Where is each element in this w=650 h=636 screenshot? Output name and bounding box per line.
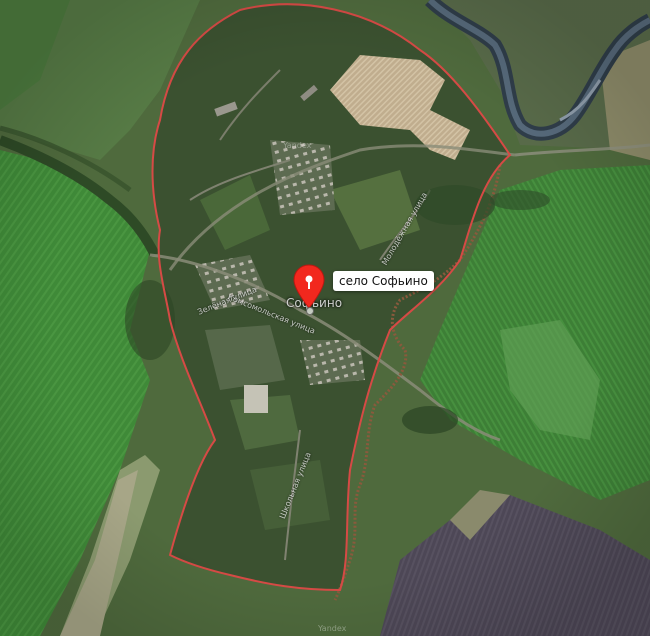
- location-dot: [306, 307, 314, 315]
- watermark: Yandex: [283, 141, 312, 150]
- satellite-map[interactable]: Зелёная улица Комсомольская улица Школьн…: [0, 0, 650, 636]
- watermark: Yandex: [318, 624, 347, 633]
- satellite-imagery: [0, 0, 650, 636]
- place-name-tooltip[interactable]: село Софьино: [333, 271, 434, 291]
